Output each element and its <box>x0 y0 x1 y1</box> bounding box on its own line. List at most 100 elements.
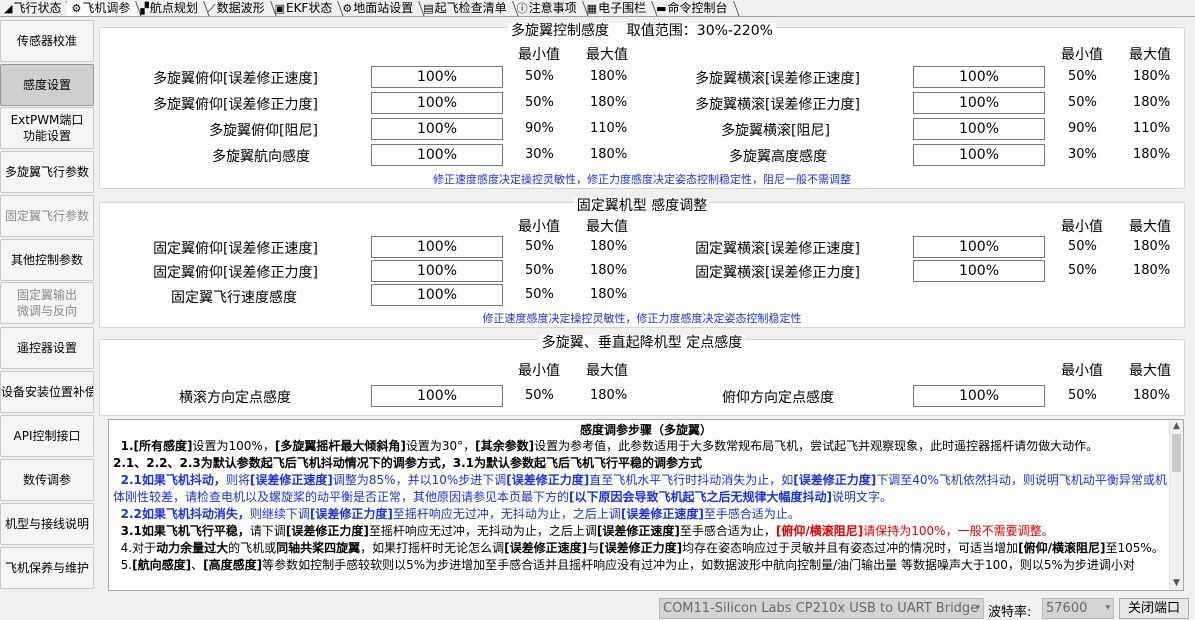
sidebar: 传感器校准 感度设置 ExtPWM端口 功能设置 多旋翼飞行参数 固定翼飞行参数… <box>0 18 96 595</box>
min-value: 50% <box>525 287 554 302</box>
param-label: 多旋翼俯仰[误差修正速度] <box>153 71 318 87</box>
param-label: 多旋翼航向感度 <box>212 149 310 165</box>
min-value: 50% <box>1068 69 1097 84</box>
min-value: 50% <box>525 388 554 403</box>
max-header: 最大值 <box>586 219 628 235</box>
scroll-up-icon[interactable]: ▲ <box>1170 420 1183 433</box>
max-value: 180% <box>590 263 628 278</box>
baud-value: 57600 <box>1046 601 1088 616</box>
tab-waypoint-planning[interactable]: ▞ 航点规划 <box>136 1 203 16</box>
max-value: 180% <box>1133 147 1171 162</box>
hover-sensitivity-group: 多旋翼、垂直起降机型 定点感度 最小值 最大值 最小值 最大值 横滚方向定点感度… <box>99 335 1185 416</box>
tuning-steps-textbox[interactable]: 感度调参步骤（多旋翼） 1.[所有感度]设置为100%，[多旋翼摇杆最大倾斜角]… <box>108 419 1184 591</box>
tab-data-waveform[interactable]: ⟋ 数据波形 <box>204 1 271 16</box>
step-line-3: 2.1如果飞机抖动，则将[误差修正速度]调整为85%，并以10%步进下调[误差修… <box>113 473 1167 504</box>
group-title: 固定翼机型 感度调整 <box>100 195 1184 215</box>
param-label: 固定翼俯仰[误差修正速度] <box>153 241 318 257</box>
multirotor-hint: 修正速度感度决定操控灵敏性，修正力度感度决定姿态控制稳定性，阻尼一般不需调整 <box>433 173 851 186</box>
param-input[interactable]: 100% <box>371 284 503 306</box>
min-header: 最小值 <box>1061 219 1103 235</box>
param-input[interactable]: 100% <box>371 66 503 88</box>
min-value: 90% <box>1068 121 1097 136</box>
console-icon: ▬ <box>656 2 667 15</box>
param-label: 多旋翼横滚[阻尼] <box>721 123 830 139</box>
param-input[interactable]: 100% <box>371 260 503 282</box>
tab-notes[interactable]: ⓘ 注意事项 <box>513 1 583 16</box>
sidebar-item-extpwm[interactable]: ExtPWM端口 功能设置 <box>0 107 94 149</box>
tab-preflight-checklist[interactable]: ▤ 起飞检查清单 <box>419 1 512 16</box>
param-input[interactable]: 100% <box>913 92 1045 114</box>
max-value: 180% <box>590 147 628 162</box>
min-value: 50% <box>525 263 554 278</box>
flight-status-icon: ◢ <box>4 2 13 15</box>
tab-label: 起飞检查清单 <box>434 1 507 15</box>
param-input[interactable]: 100% <box>371 92 503 114</box>
tab-bar: ◢ 飞行状态 ⚙ 飞机调参 ▞ 航点规划 ⟋ 数据波形 ▣ EKF状态 ⚙ 地面站设置 ▤ 起… <box>0 0 1195 17</box>
waveform-icon: ⟋ <box>207 2 216 15</box>
sidebar-item-fixedwing-flight[interactable]: 固定翼飞行参数 <box>0 195 94 237</box>
scroll-down-icon[interactable]: ▼ <box>1170 577 1183 590</box>
sidebar-item-maintenance[interactable]: 飞机保养与维护 <box>0 547 94 589</box>
sidebar-item-telemetry[interactable]: 数传调参 <box>0 459 94 501</box>
max-value: 110% <box>590 121 628 136</box>
param-input[interactable]: 100% <box>371 236 503 258</box>
param-input[interactable]: 100% <box>371 118 503 140</box>
scroll-thumb[interactable] <box>1172 434 1181 472</box>
param-label: 俯仰方向定点感度 <box>722 390 834 406</box>
min-header: 最小值 <box>518 219 560 235</box>
main-panel: 多旋翼控制感度 取值范围：30%-220% 最小值 最大值 最小值 最大值 多旋… <box>97 18 1190 595</box>
min-value: 90% <box>525 121 554 136</box>
min-value: 50% <box>525 239 554 254</box>
serial-port-value: COM11-Silicon Labs CP210x USB to UART Br… <box>663 601 979 616</box>
tab-label: 数据波形 <box>216 1 265 15</box>
param-label: 固定翼横滚[误差修正力度] <box>695 265 860 281</box>
fixedwing-title: 固定翼机型 感度调整 <box>573 198 711 214</box>
param-input[interactable]: 100% <box>913 385 1045 407</box>
param-input[interactable]: 100% <box>913 66 1045 88</box>
hover-title: 多旋翼、垂直起降机型 定点感度 <box>538 335 746 351</box>
sidebar-item-other-control[interactable]: 其他控制参数 <box>0 239 94 281</box>
param-label: 多旋翼高度感度 <box>729 149 827 165</box>
param-input[interactable]: 100% <box>371 144 503 166</box>
tab-flight-status[interactable]: ◢ 飞行状态 <box>0 1 67 16</box>
monitor-icon: ▣ <box>274 2 285 15</box>
baud-rate-select[interactable]: 57600 ▾ <box>1042 598 1114 619</box>
serial-port-select[interactable]: COM11-Silicon Labs CP210x USB to UART Br… <box>659 598 984 619</box>
tab-geofence[interactable]: ▦ 电子围栏 <box>583 1 652 16</box>
tab-label: 电子围栏 <box>598 1 647 15</box>
sidebar-item-api[interactable]: API控制接口 <box>0 415 94 457</box>
param-input[interactable]: 100% <box>913 260 1045 282</box>
sidebar-item-mount-compensation[interactable]: 设备安装位置补偿 <box>0 371 94 413</box>
sidebar-item-sensor-calibration[interactable]: 传感器校准 <box>0 20 94 62</box>
sidebar-item-airframe-wiring[interactable]: 机型与接线说明 <box>0 503 94 545</box>
max-value: 180% <box>590 69 628 84</box>
param-input[interactable]: 100% <box>913 236 1045 258</box>
min-header: 最小值 <box>518 363 560 379</box>
step-line-5: 3.1如果飞机飞行平稳，请下调[误差修正力度]至摇杆响应无过冲，无抖动为止，之后… <box>120 524 1054 538</box>
sidebar-item-multirotor-flight[interactable]: 多旋翼飞行参数 <box>0 151 94 193</box>
max-header: 最大值 <box>586 47 628 63</box>
min-header: 最小值 <box>518 47 560 63</box>
sidebar-item-sensitivity[interactable]: 感度设置 <box>0 64 94 106</box>
close-port-button[interactable]: 关闭端口 <box>1119 598 1189 619</box>
sidebar-item-fixedwing-trim[interactable]: 固定翼输出 微调与反向 <box>0 282 94 324</box>
status-bar: COM11-Silicon Labs CP210x USB to UART Br… <box>0 597 1195 620</box>
tab-aircraft-tuning[interactable]: ⚙ 飞机调参 <box>67 1 137 16</box>
sidebar-item-rc-settings[interactable]: 遥控器设置 <box>0 327 94 369</box>
tab-ekf-status[interactable]: ▣ EKF状态 <box>271 1 339 16</box>
param-label: 固定翼飞行速度感度 <box>171 290 297 306</box>
param-input[interactable]: 100% <box>913 144 1045 166</box>
step-line-7: 5.[航向感度]、[高度感度]等参数如控制手感较软则以5%为步进增加至手感合适并… <box>120 558 1135 572</box>
max-header: 最大值 <box>1129 47 1171 63</box>
min-value: 30% <box>525 147 554 162</box>
gear-icon: ⚙ <box>71 2 82 15</box>
param-input[interactable]: 100% <box>371 385 503 407</box>
tab-label: 命令控制台 <box>667 1 728 15</box>
min-value: 50% <box>1068 95 1097 110</box>
steps-scrollbar[interactable]: ▲ ▼ <box>1169 420 1183 590</box>
tab-label: 航点规划 <box>149 1 198 15</box>
chevron-down-icon: ▾ <box>1105 603 1110 613</box>
param-input[interactable]: 100% <box>913 118 1045 140</box>
tab-command-console[interactable]: ▬ 命令控制台 <box>652 1 733 16</box>
tab-ground-station-settings[interactable]: ⚙ 地面站设置 <box>338 1 419 16</box>
